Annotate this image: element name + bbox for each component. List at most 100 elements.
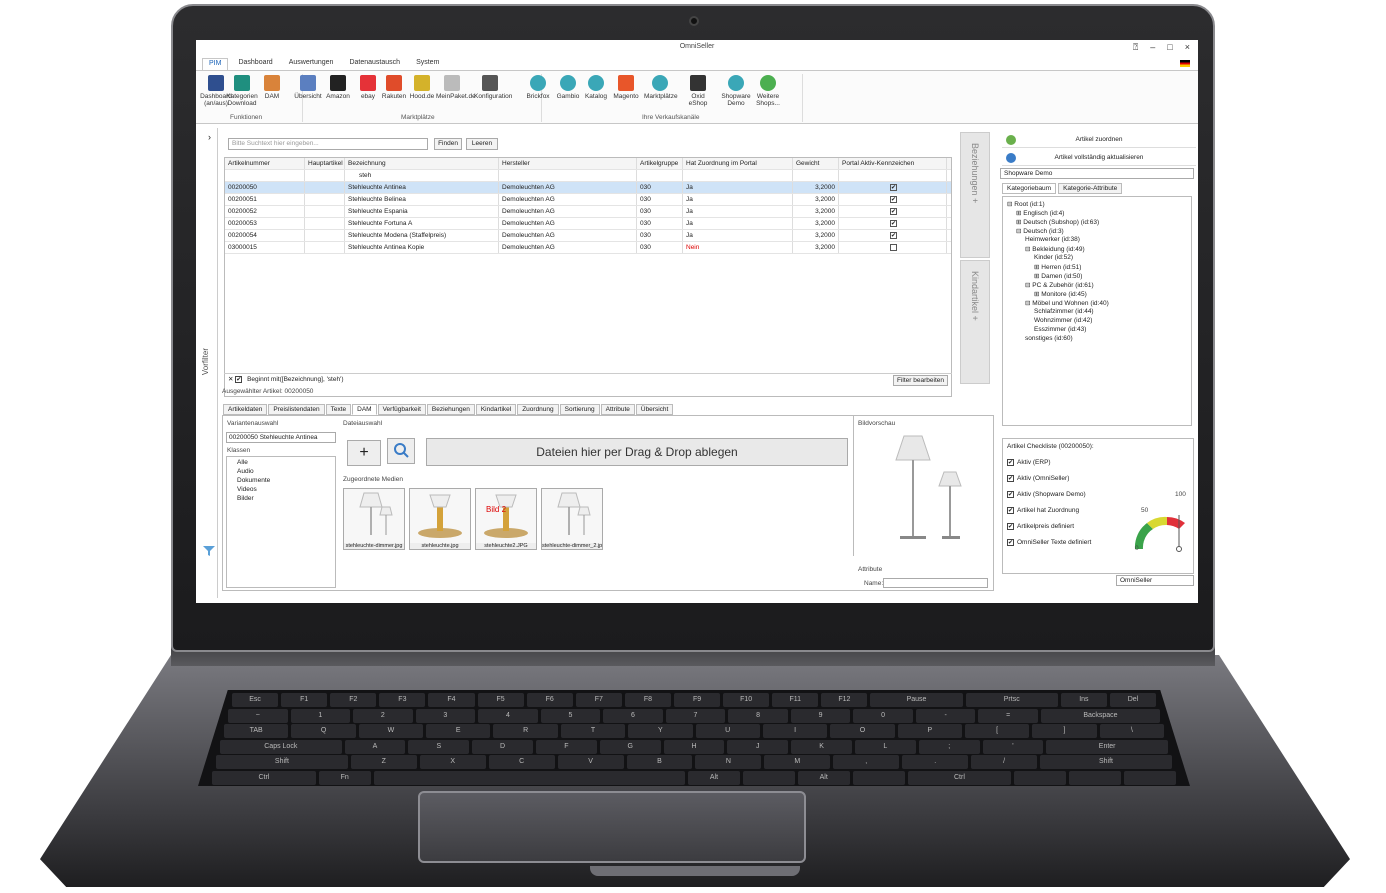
add-file-button[interactable]: + (347, 440, 381, 466)
beziehungen-panel[interactable]: Beziehungen + (960, 132, 990, 258)
ribbon-button-17[interactable]: Weitere Shops... (752, 75, 784, 107)
ribbon-button-9[interactable]: Konfiguration (474, 75, 512, 100)
detail-tab[interactable]: Texte (325, 404, 352, 415)
detail-tab[interactable]: Attribute (600, 404, 635, 415)
minimize-button[interactable]: – (1150, 42, 1155, 53)
tree-node[interactable]: ⊟ Möbel und Wohnen (id:40) (1025, 299, 1109, 307)
tree-node[interactable]: Kinder (id:52) (1034, 254, 1073, 261)
tree-node[interactable]: ⊟ PC & Zubehör (id:61) (1025, 281, 1094, 289)
ribbon-button-10[interactable]: Brickfox (522, 75, 554, 100)
shop-select[interactable]: Shopware Demo (1000, 168, 1194, 179)
tree-node[interactable]: ⊟ Bekleidung (id:49) (1025, 245, 1085, 253)
detail-tab[interactable]: Artikeldaten (223, 404, 268, 415)
german-flag-icon[interactable] (1180, 60, 1190, 67)
ribbon-button-15[interactable]: Oxid eShop (682, 75, 714, 107)
edit-filter-button[interactable]: Filter bearbeiten (893, 375, 948, 386)
tab-dashboard[interactable]: Dashboard (232, 58, 278, 70)
footer-select[interactable]: OmniSeller (1116, 575, 1194, 586)
tab-datenaustausch[interactable]: Datenaustausch (343, 58, 406, 70)
tree-expander-icon[interactable]: ⊟ (1025, 246, 1030, 253)
assign-article-button[interactable]: Artikel zuordnen (1002, 132, 1196, 148)
tab-auswertungen[interactable]: Auswertungen (283, 58, 340, 70)
variant-select[interactable]: 00200050 Stehleuchte Antinea (226, 432, 336, 443)
table-row[interactable]: 00200050 Stehleuchte Antinea Demoleuchten … (225, 182, 951, 194)
tree-node[interactable]: ⊞ Monitore (id:45) (1034, 290, 1087, 298)
update-article-button[interactable]: Artikel vollständig aktualisieren (1002, 150, 1196, 166)
filter-cell[interactable] (683, 170, 793, 181)
close-button[interactable]: × (1185, 42, 1190, 53)
media-thumbnail[interactable]: stehleuchte-dimmer_2.jpg (541, 488, 603, 550)
aktiv-checkbox[interactable]: ✔ (890, 208, 897, 215)
tree-expander-icon[interactable]: ⊞ (1016, 210, 1021, 217)
tree-expander-icon[interactable]: ⊟ (1007, 201, 1012, 208)
table-row[interactable]: 03000015 Stehleuchte Antinea Kopie Demoleu… (225, 242, 951, 254)
tab-kategoriebaum[interactable]: Kategoriebaum (1002, 183, 1057, 194)
tree-node[interactable]: ⊞ Deutsch (Subshop) (id:63) (1016, 218, 1099, 226)
ribbon-button-7[interactable]: Hood.de (406, 75, 438, 100)
tree-node[interactable]: Esszimmer (id:43) (1034, 326, 1086, 333)
aktiv-checkbox[interactable]: ✔ (890, 232, 897, 239)
ribbon-button-4[interactable]: Amazon (322, 75, 354, 100)
table-row[interactable]: 00200052 Stehleuchte Espania Demoleuchten … (225, 206, 951, 218)
tree-node[interactable]: sonstiges (id:60) (1025, 335, 1073, 342)
filter-cell[interactable] (637, 170, 683, 181)
attribute-name-input[interactable] (883, 578, 988, 588)
tree-expander-icon[interactable]: ⊟ (1016, 228, 1021, 235)
klassen-item[interactable]: Alle (237, 459, 248, 466)
column-header[interactable]: Hat Zuordnung im Portal (683, 158, 793, 169)
drop-zone[interactable]: Dateien hier per Drag & Drop ablegen (426, 438, 848, 466)
tree-expander-icon[interactable]: ⊞ (1034, 291, 1039, 298)
ribbon-button-12[interactable]: Katalog (580, 75, 612, 100)
filter-checkbox[interactable]: ✔ (235, 375, 243, 383)
vorfilter-panel[interactable]: › Vorfilter (196, 128, 218, 598)
help-icon[interactable]: ⍰ (1133, 42, 1138, 53)
ribbon-button-13[interactable]: Magento (610, 75, 642, 100)
ribbon-button-8[interactable]: MeinPaket.de (436, 75, 476, 100)
detail-tab[interactable]: Kindartikel (475, 404, 517, 415)
ribbon-button-2[interactable]: DAM (256, 75, 288, 100)
column-header[interactable]: Portal Aktiv-Kennzeichen (839, 158, 947, 169)
aktiv-checkbox[interactable]: ✔ (890, 220, 897, 227)
tree-node[interactable]: ⊞ Herren (id:51) (1034, 263, 1081, 271)
tree-node[interactable]: Schlafzimmer (id:44) (1034, 308, 1094, 315)
column-header[interactable]: Hersteller (499, 158, 637, 169)
aktiv-checkbox[interactable]: ✔ (890, 196, 897, 203)
filter-cell[interactable] (839, 170, 947, 181)
klassen-item[interactable]: Dokumente (237, 477, 270, 484)
filter-cell[interactable]: steh (345, 170, 499, 181)
tree-node[interactable]: Heimwerker (id:38) (1025, 236, 1080, 243)
column-header[interactable]: Artikelgruppe (637, 158, 683, 169)
tree-node[interactable]: Wohnzimmer (id:42) (1034, 317, 1092, 324)
klassen-item[interactable]: Audio (237, 468, 254, 475)
funnel-icon[interactable] (202, 544, 216, 558)
kindartikel-panel[interactable]: Kindartikel + (960, 260, 990, 384)
find-button[interactable]: Finden (434, 138, 462, 150)
tree-expander-icon[interactable]: ⊞ (1034, 264, 1039, 271)
expand-chevron-icon[interactable]: › (208, 132, 211, 142)
search-input[interactable]: Bitte Suchtext hier eingeben... (228, 138, 428, 150)
detail-tab[interactable]: Zuordnung (517, 404, 559, 415)
detail-tab[interactable]: Preislistendaten (268, 404, 325, 415)
media-thumbnail[interactable]: stehleuchte-dimmer.jpg (343, 488, 405, 550)
tab-pim[interactable]: PIM (202, 58, 229, 70)
ribbon-button-14[interactable]: Marktplätze (644, 75, 678, 100)
table-row[interactable]: 00200053 Stehleuchte Fortuna A Demoleuchte… (225, 218, 951, 230)
tree-node[interactable]: ⊞ Englisch (id:4) (1016, 209, 1064, 217)
detail-tab[interactable]: Sortierung (559, 404, 600, 415)
aktiv-checkbox[interactable]: ✔ (890, 184, 897, 191)
column-header[interactable]: Gewicht (793, 158, 839, 169)
tab-kategorie-attribute[interactable]: Kategorie-Attribute (1058, 183, 1123, 194)
detail-tab[interactable]: DAM (352, 404, 377, 415)
maximize-button[interactable]: □ (1167, 42, 1172, 53)
tab-system[interactable]: System (410, 58, 445, 70)
media-thumbnail[interactable]: Bild 2 stehleuchte2.JPG (475, 488, 537, 550)
ribbon-button-1[interactable]: Kategorien Download (226, 75, 258, 107)
detail-tab[interactable]: Beziehungen (426, 404, 475, 415)
filter-cell[interactable] (499, 170, 637, 181)
tree-node[interactable]: ⊟ Root (id:1) (1007, 200, 1045, 208)
ribbon-button-3[interactable]: Übersicht (292, 75, 324, 100)
tree-expander-icon[interactable]: ⊟ (1025, 282, 1030, 289)
search-file-button[interactable] (387, 438, 415, 464)
table-row[interactable]: 00200054 Stehleuchte Modena (Staffelpreis… (225, 230, 951, 242)
filter-cell[interactable] (793, 170, 839, 181)
